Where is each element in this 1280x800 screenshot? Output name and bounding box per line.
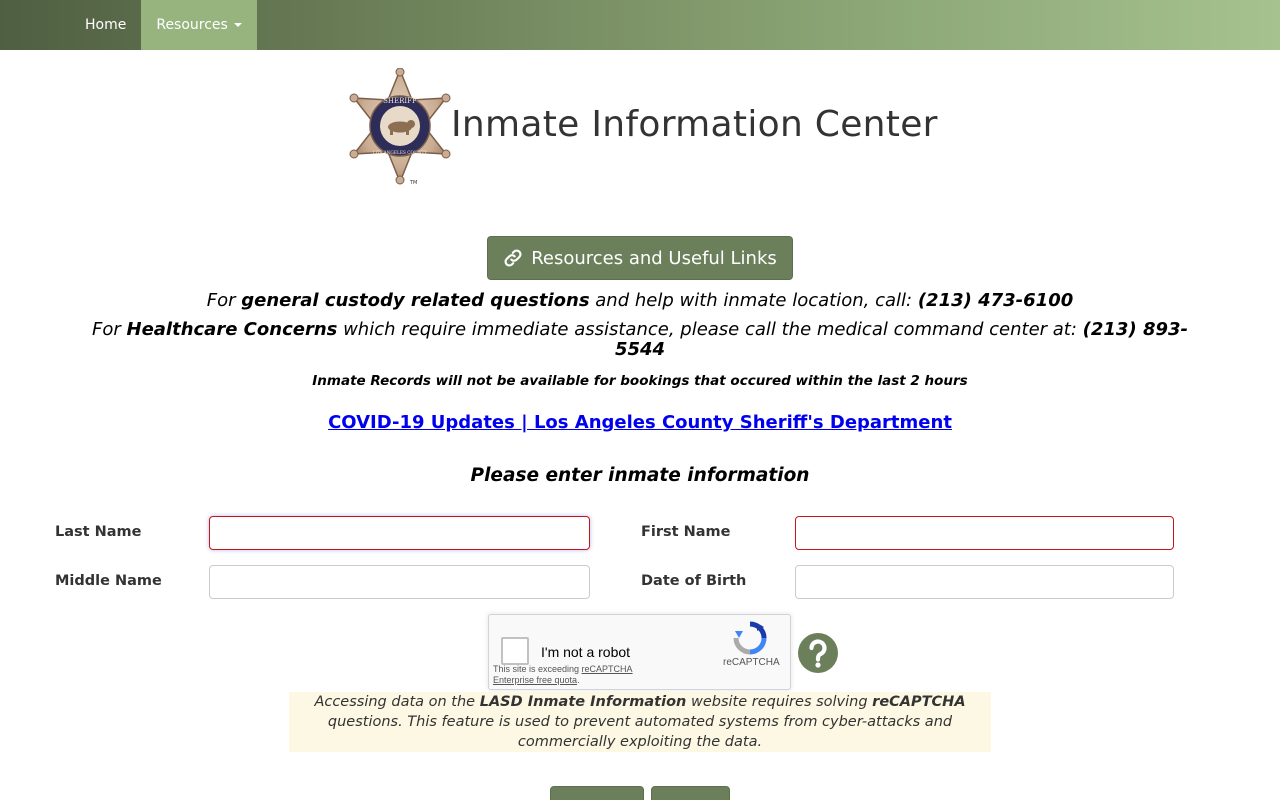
- link-icon: [504, 249, 522, 267]
- notice-bold: reCAPTCHA: [872, 694, 966, 710]
- healthcare-info-line: For Healthcare Concerns which require im…: [0, 320, 1280, 360]
- clear-button[interactable]: [651, 786, 730, 800]
- notice-text: Accessing data on the: [314, 694, 480, 710]
- notice-bold: LASD Inmate Information: [479, 694, 687, 710]
- top-navbar: Home Resources: [0, 0, 1280, 50]
- recaptcha-logo-icon: [733, 621, 767, 655]
- first-name-label: First Name: [641, 524, 731, 540]
- submit-button[interactable]: [550, 786, 644, 800]
- custody-phone: (213) 473-6100: [917, 290, 1074, 311]
- middle-name-input[interactable]: [209, 565, 590, 599]
- nav-home-link[interactable]: Home: [70, 0, 141, 50]
- first-name-input[interactable]: [795, 516, 1174, 550]
- recaptcha-checkbox[interactable]: [501, 637, 529, 665]
- nav-resources-label: Resources: [156, 17, 228, 33]
- last-name-input[interactable]: [209, 516, 590, 550]
- recaptcha-quota-warning: This site is exceeding reCAPTCHA Enterpr…: [493, 664, 643, 686]
- page-title: Inmate Information Center: [451, 104, 938, 145]
- warning-text: This site is exceeding: [493, 664, 582, 674]
- records-notice: Inmate Records will not be available for…: [312, 373, 968, 389]
- last-name-label: Last Name: [55, 524, 142, 540]
- covid-link-wrapper: COVID-19 Updates | Los Angeles County Sh…: [0, 412, 1280, 433]
- middle-name-label: Middle Name: [55, 573, 162, 589]
- covid-updates-link[interactable]: COVID-19 Updates | Los Angeles County Sh…: [328, 412, 952, 433]
- info-text: For: [206, 290, 242, 311]
- nav-resources-dropdown[interactable]: Resources: [141, 0, 257, 50]
- info-bold: general custody related questions: [241, 290, 590, 311]
- dob-label: Date of Birth: [641, 573, 747, 589]
- sheriff-badge-logo: SHERIFF LOS ANGELES COUNTY TM: [349, 68, 451, 186]
- recaptcha-brand: reCAPTCHA: [723, 657, 780, 668]
- custody-info-line: For general custody related questions an…: [0, 290, 1280, 311]
- dob-input[interactable]: [795, 565, 1174, 599]
- warning-text: .: [577, 675, 580, 685]
- question-circle-icon[interactable]: [797, 632, 839, 674]
- resources-links-button[interactable]: Resources and Useful Links: [487, 236, 793, 280]
- form-heading: Please enter inmate information: [470, 465, 810, 486]
- info-text: and help with inmate location, call:: [589, 290, 918, 311]
- badge-top-text: SHERIFF: [383, 97, 417, 105]
- notice-text: questions. This feature is used to preve…: [327, 714, 953, 750]
- badge-bottom-text: LOS ANGELES COUNTY: [373, 151, 427, 156]
- badge-tm: TM: [409, 180, 417, 186]
- nav-home-label: Home: [85, 17, 127, 33]
- info-text: which require immediate assistance, plea…: [337, 319, 1083, 340]
- notice-text: website requires solving: [686, 694, 873, 710]
- info-bold: Healthcare Concerns: [126, 319, 338, 340]
- recaptcha-notice: Accessing data on the LASD Inmate Inform…: [289, 692, 991, 752]
- recaptcha-widget: I'm not a robot This site is exceeding r…: [488, 614, 791, 690]
- resources-links-label: Resources and Useful Links: [531, 247, 777, 269]
- recaptcha-label: I'm not a robot: [541, 644, 631, 660]
- info-text: For: [92, 319, 127, 340]
- caret-down-icon: [233, 23, 242, 27]
